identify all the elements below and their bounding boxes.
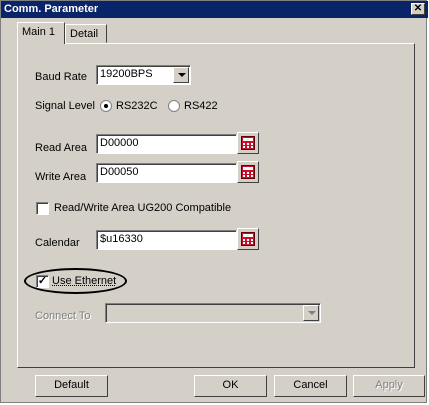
read-area-value: D00000 [100,137,139,149]
apply-button-label: Apply [375,379,403,391]
connect-to-label: Connect To [35,310,91,322]
ok-button-label: OK [222,379,239,391]
highlight-ellipse [24,268,127,294]
calendar-input[interactable]: $u16330 [96,230,237,250]
ug200-compatible-label[interactable]: Read/Write Area UG200 Compatible [54,202,231,214]
default-button-label: Default [54,379,89,391]
rs232c-radio[interactable] [100,100,112,112]
calendar-value: $u16330 [100,233,143,245]
calculator-icon [241,136,255,150]
tab-detail[interactable]: Detail [65,24,107,43]
close-button[interactable]: ✕ [411,3,425,15]
connect-to-select[interactable] [105,303,321,323]
read-area-device-button[interactable] [237,132,259,154]
write-area-label: Write Area [35,171,87,183]
cancel-button[interactable]: Cancel [274,375,347,397]
calculator-icon [241,165,255,179]
read-area-input[interactable]: D00000 [96,134,237,154]
tab-main-1-label: Main 1 [22,26,56,38]
calculator-icon [241,232,255,246]
calendar-label: Calendar [35,237,80,249]
rs232c-label[interactable]: RS232C [116,100,158,112]
close-icon: ✕ [413,3,423,14]
default-button[interactable]: Default [35,375,108,397]
ok-button[interactable]: OK [194,375,267,397]
tab-detail-label: Detail [70,28,99,40]
read-area-label: Read Area [35,142,87,154]
tab-main-1[interactable]: Main 1 [17,22,65,44]
baud-rate-dropdown-button[interactable] [173,67,189,83]
apply-button[interactable]: Apply [353,375,425,397]
baud-rate-value: 19200BPS [100,68,153,80]
comm-parameter-dialog: Comm. Parameter ✕ Main 1 Detail Baud Rat… [0,0,428,403]
connect-to-dropdown-button[interactable] [303,305,319,321]
ug200-compatible-checkbox[interactable] [36,202,49,215]
title-bar[interactable]: Comm. Parameter ✕ [1,1,428,18]
calendar-device-button[interactable] [237,228,259,250]
rs422-label[interactable]: RS422 [184,100,218,112]
rs422-radio[interactable] [168,100,180,112]
write-area-device-button[interactable] [237,161,259,183]
write-area-value: D00050 [100,166,139,178]
dialog-title: Comm. Parameter [4,3,99,15]
cancel-button-label: Cancel [293,379,328,391]
signal-level-label: Signal Level [35,100,95,112]
baud-rate-label: Baud Rate [35,71,87,83]
write-area-input[interactable]: D00050 [96,163,237,183]
